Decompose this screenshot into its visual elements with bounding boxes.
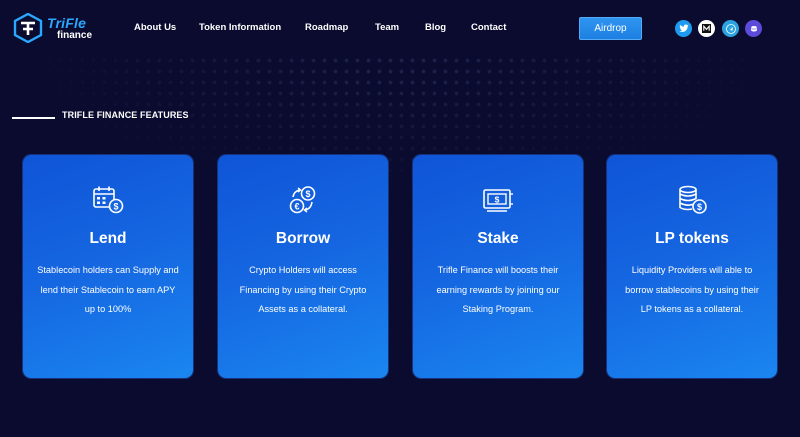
coin-stack-icon: $ — [679, 185, 707, 214]
logo-icon — [13, 13, 43, 43]
features-heading: TRIFLE FINANCE FEATURES — [12, 109, 189, 121]
telegram-link[interactable] — [722, 20, 739, 37]
section-title: TRIFLE FINANCE FEATURES — [62, 110, 189, 120]
twitter-link[interactable] — [675, 20, 692, 37]
heading-divider — [12, 117, 55, 119]
card-title: LP tokens — [655, 230, 729, 247]
currency-exchange-icon: $ € — [289, 186, 316, 214]
telegram-icon — [725, 23, 736, 34]
card-description: Trifle Finance will boosts their earning… — [436, 265, 560, 314]
medium-link[interactable] — [698, 20, 715, 37]
brand-logo[interactable]: TriFle finance — [13, 11, 98, 45]
svg-text:$: $ — [697, 202, 702, 212]
medium-icon — [702, 24, 711, 33]
svg-text:$: $ — [113, 202, 118, 212]
svg-text:€: € — [294, 201, 299, 211]
feature-card-lend[interactable]: $ Lend Stablecoin holders can Supply and… — [23, 155, 193, 378]
nav-blog[interactable]: Blog — [425, 22, 446, 33]
nav-team[interactable]: Team — [375, 22, 399, 33]
feature-card-stake[interactable]: $ Stake Trifle Finance will boosts their… — [413, 155, 583, 378]
discord-link[interactable] — [745, 20, 762, 37]
card-description: Crypto Holders will access Financing by … — [239, 265, 367, 314]
nav-token-information[interactable]: Token Information — [199, 22, 281, 33]
card-title: Borrow — [275, 230, 331, 247]
cash-stake-icon: $ — [483, 189, 513, 212]
brand-subname: finance — [57, 29, 93, 41]
brand-name: TriFle — [47, 14, 87, 31]
card-title: Stake — [477, 230, 519, 247]
svg-text:$: $ — [495, 195, 500, 205]
feature-card-borrow[interactable]: $ € Borrow Crypto Holders will access Fi… — [218, 155, 388, 378]
calendar-dollar-icon: $ — [93, 186, 124, 214]
nav-contact[interactable]: Contact — [471, 22, 506, 33]
nav-about-us[interactable]: About Us — [134, 22, 176, 33]
nav-roadmap[interactable]: Roadmap — [305, 22, 348, 33]
twitter-icon — [678, 24, 689, 32]
airdrop-button[interactable]: Airdrop — [579, 17, 642, 40]
svg-text:$: $ — [305, 189, 310, 199]
card-title: Lend — [89, 230, 127, 247]
discord-icon — [750, 25, 757, 32]
feature-card-lp-tokens[interactable]: $ LP tokens Liquidity Providers will abl… — [607, 155, 777, 378]
top-navigation: TriFle finance About Us Token Informatio… — [0, 0, 800, 56]
card-description: Liquidity Providers will able to borrow … — [625, 265, 759, 314]
card-description: Stablecoin holders can Supply and lend t… — [37, 265, 179, 314]
